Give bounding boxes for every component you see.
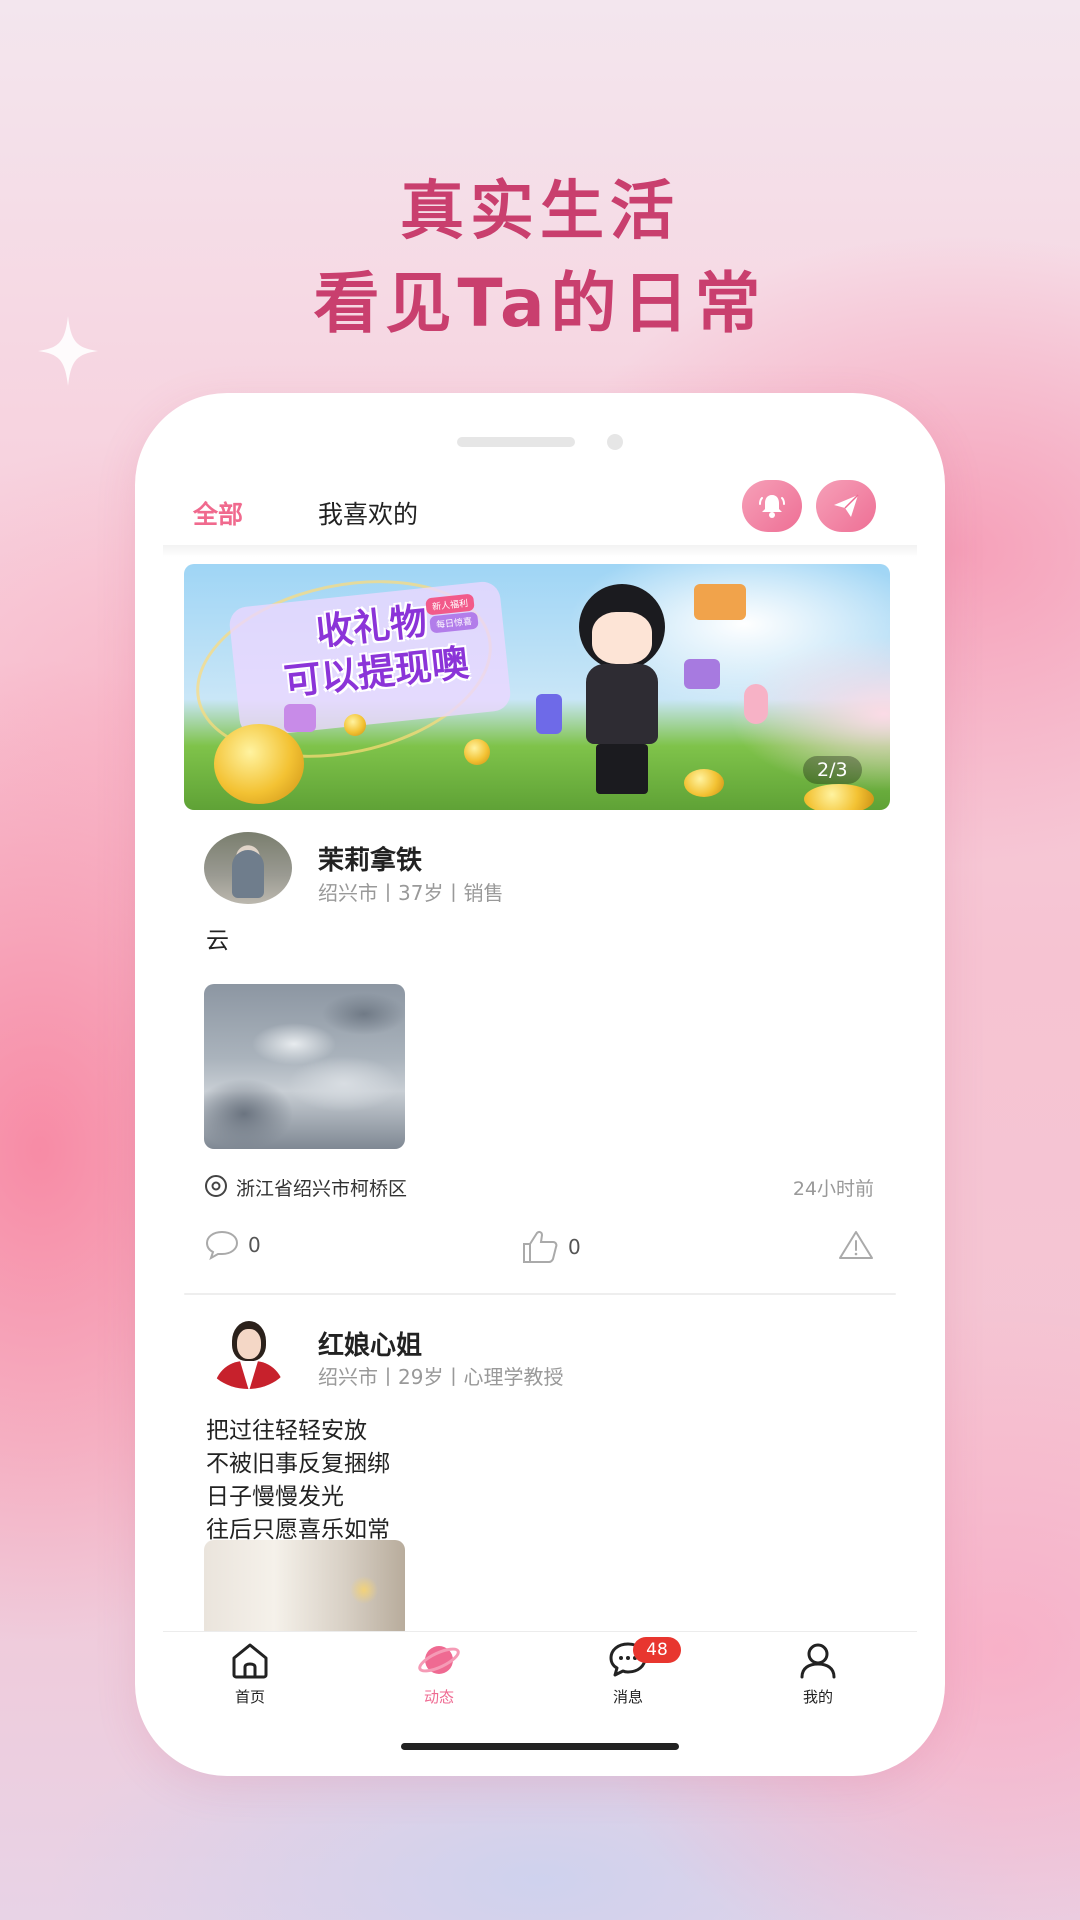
headline-line1: 真实生活: [400, 175, 680, 249]
comment-button[interactable]: 0: [204, 1229, 261, 1261]
gift-icon: [284, 704, 316, 732]
like-button[interactable]: 0: [520, 1229, 581, 1265]
report-button[interactable]: [838, 1229, 874, 1261]
post-text-line: 云: [206, 928, 229, 954]
gift-icon: [684, 659, 720, 689]
gift-icon: [694, 584, 746, 620]
home-indicator[interactable]: [401, 1743, 679, 1750]
send-icon: [834, 494, 859, 517]
phone-speaker: [457, 437, 575, 447]
character-body: [586, 664, 658, 744]
message-badge: 48: [633, 1637, 681, 1663]
post-location: 浙江省绍兴市柯桥区: [236, 1178, 408, 1200]
coin-icon: [214, 724, 304, 804]
popsicle-icon: [744, 684, 768, 724]
post-text: 把过往轻轻安放 不被旧事反复捆绑 日子慢慢发光 往后只愿喜乐如常: [206, 1415, 390, 1547]
post-location-row: 浙江省绍兴市柯桥区 24小时前: [204, 1172, 874, 1202]
avatar[interactable]: [204, 1317, 292, 1389]
avatar-person: [232, 850, 264, 898]
phone-mockup: 全部 我喜欢的 收礼物 可以提现噢 新人福利 每日惊喜 2/3 茉莉拿铁 绍兴市…: [135, 393, 945, 1776]
post-text-line: 不被旧事反复捆绑: [206, 1451, 390, 1477]
top-bar-shadow: [163, 545, 917, 557]
post-author-meta: 绍兴市丨29岁丨心理学教授: [318, 1365, 564, 1389]
coin-icon: [684, 769, 724, 797]
bottom-tab-bar: 首页 动态 48 消息 我的: [163, 1631, 917, 1731]
like-count: 0: [568, 1235, 581, 1259]
phone-camera: [607, 434, 623, 450]
character-legs: [596, 744, 648, 794]
post-actions: 0 0: [204, 1229, 874, 1269]
post-text-line: 日子慢慢发光: [206, 1484, 344, 1510]
post-author-name[interactable]: 红娘心姐: [318, 1325, 422, 1362]
location-pin-icon: [205, 1175, 227, 1197]
post-text-line: 把过往轻轻安放: [206, 1418, 367, 1444]
tab-messages-label: 消息: [612, 1688, 643, 1706]
banner-pager: 2/3: [803, 756, 862, 784]
avatar-face: [237, 1329, 261, 1359]
planet-icon: [418, 1646, 460, 1674]
post-photo[interactable]: [204, 1540, 405, 1640]
post-text: 云: [206, 925, 229, 958]
coin-icon: [804, 784, 874, 810]
character-face: [592, 612, 652, 664]
tab-profile-label: 我的: [802, 1688, 833, 1706]
promo-banner[interactable]: 收礼物 可以提现噢 新人福利 每日惊喜 2/3: [184, 564, 890, 810]
tab-all[interactable]: 全部: [193, 495, 243, 531]
thumbs-up-icon: [523, 1230, 558, 1263]
tab-feed[interactable]: 动态: [394, 1640, 484, 1707]
tab-home[interactable]: 首页: [205, 1640, 295, 1707]
tab-home-label: 首页: [234, 1688, 265, 1706]
warning-icon: [839, 1231, 873, 1259]
comment-icon: [205, 1230, 239, 1261]
tab-liked[interactable]: 我喜欢的: [318, 495, 418, 531]
app-screen: 全部 我喜欢的 收礼物 可以提现噢 新人福利 每日惊喜 2/3 茉莉拿铁 绍兴市…: [163, 457, 917, 1707]
tab-messages[interactable]: 48 消息: [583, 1637, 681, 1707]
coin-icon: [344, 714, 366, 736]
tab-feed-label: 动态: [423, 1688, 454, 1706]
user-icon: [800, 1643, 836, 1679]
drink-icon: [536, 694, 562, 734]
notifications-button[interactable]: [742, 480, 802, 532]
post-author-meta: 绍兴市丨37岁丨销售: [318, 881, 504, 905]
comment-count: 0: [248, 1233, 261, 1257]
send-button[interactable]: [816, 480, 876, 532]
post-divider: [184, 1293, 896, 1295]
post-author-name[interactable]: 茉莉拿铁: [318, 840, 422, 877]
headline-line2: 看见Ta的日常: [313, 265, 767, 342]
post-photo[interactable]: [204, 984, 405, 1149]
tab-profile[interactable]: 我的: [773, 1640, 863, 1707]
avatar[interactable]: [204, 832, 292, 904]
post-time: 24小时前: [792, 1178, 874, 1200]
top-bar: 全部 我喜欢的: [163, 457, 917, 545]
home-icon: [232, 1643, 268, 1679]
coin-icon: [464, 739, 490, 765]
bell-icon: [759, 495, 785, 518]
